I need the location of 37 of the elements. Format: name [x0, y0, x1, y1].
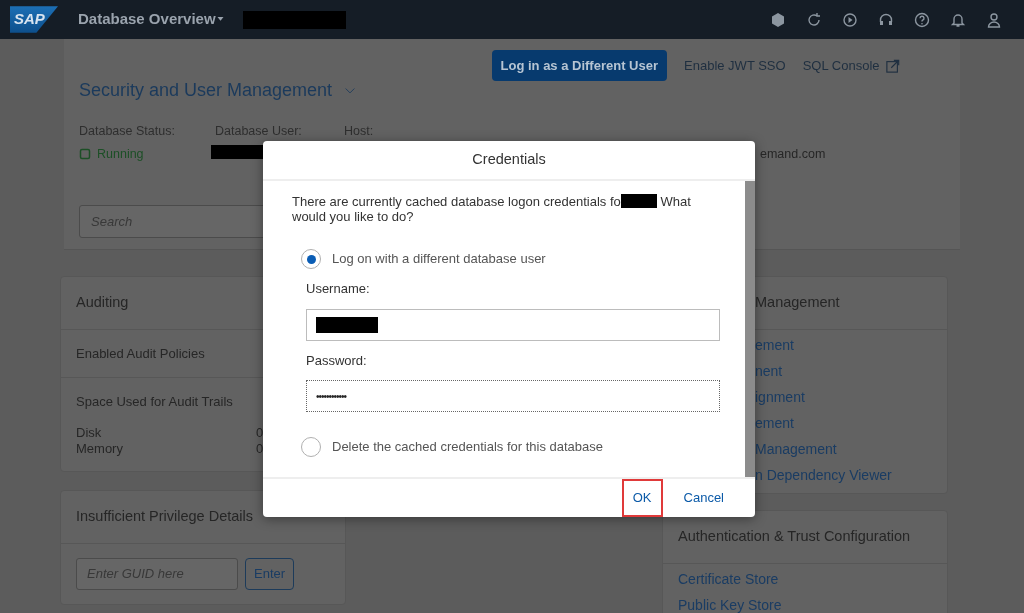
card-link[interactable]: Public Key Store	[678, 591, 932, 613]
field-label: Password:	[306, 351, 368, 370]
bell-icon[interactable]	[950, 11, 966, 28]
redaction-bar	[211, 144, 263, 159]
ok-button[interactable]: OK	[621, 479, 663, 517]
help-icon[interactable]	[914, 11, 930, 28]
logo[interactable]: SAP	[10, 6, 58, 33]
card-link[interactable]: n Dependency Viewer	[755, 461, 932, 488]
card-link[interactable]: Certificate Store	[678, 565, 932, 592]
radio-option[interactable]: Log on with a different database user	[301, 249, 745, 269]
external-link-icon	[886, 58, 900, 73]
header-link[interactable]: SQL Console	[802, 55, 900, 76]
enter-button[interactable]: Enter	[245, 557, 295, 590]
user-icon[interactable]	[986, 11, 1002, 28]
headset-icon[interactable]	[878, 11, 894, 28]
dialog-title: Credentials	[263, 141, 755, 181]
radio-option[interactable]: Delete the cached credentials for this database	[301, 437, 745, 457]
card-link[interactable]: Management	[755, 435, 932, 462]
scrollbar[interactable]	[745, 181, 755, 477]
username-field[interactable]	[306, 308, 720, 341]
play-icon[interactable]	[842, 11, 858, 28]
card-link[interactable]: ignment	[755, 383, 932, 410]
card-link[interactable]: nent	[755, 357, 932, 384]
action-button[interactable]: Log in as a Different User	[491, 50, 667, 81]
dialog-message: There are currently cached database logon credentials fo What would you like to do?	[292, 194, 692, 224]
row-label: Disk	[76, 424, 103, 441]
refresh-icon[interactable]	[806, 11, 822, 28]
status-value: Running	[79, 144, 215, 164]
row-label: Memory	[76, 440, 124, 457]
card-link[interactable]: ement	[755, 409, 932, 436]
app-title-menu[interactable]: Database Overview	[78, 8, 225, 31]
header-link[interactable]: Enable JWT SSO	[684, 55, 786, 76]
status-square-icon	[79, 148, 91, 161]
info-value: emand.com	[760, 145, 826, 163]
caret-icon	[215, 16, 225, 23]
password-field[interactable]: ••••••••••••	[306, 380, 720, 412]
card-link[interactable]: ement	[755, 331, 932, 358]
